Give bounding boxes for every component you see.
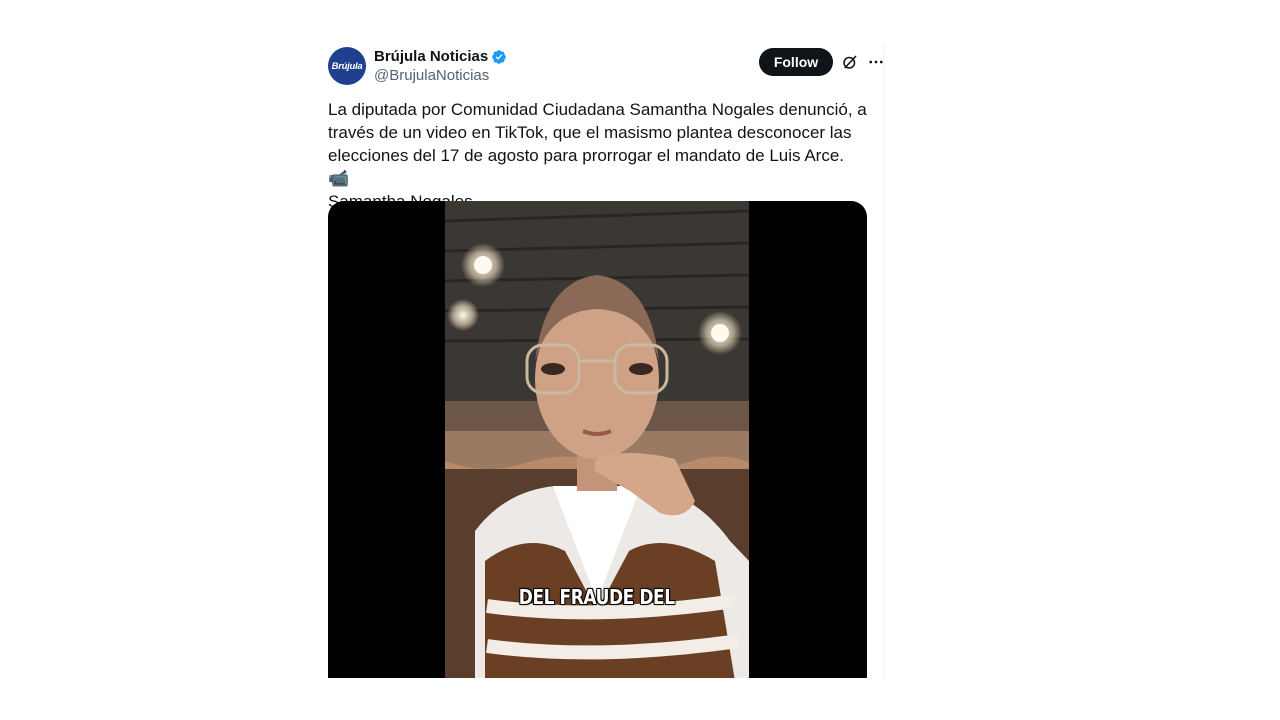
tweet-header: Brújula Brújula Noticias @BrujulaNoticia… (328, 44, 883, 88)
video-player[interactable]: DEL FRAUDE DEL (328, 201, 867, 678)
author-names: Brújula Noticias @BrujulaNoticias (374, 47, 507, 84)
tweet-card[interactable]: Brújula Brújula Noticias @BrujulaNoticia… (312, 44, 884, 678)
avatar-text: Brújula (331, 60, 363, 72)
tweet-text: La diputada por Comunidad Ciudadana Sama… (328, 98, 868, 213)
video-frame: DEL FRAUDE DEL (445, 201, 749, 678)
video-caption-text: DEL FRAUDE DEL (519, 585, 675, 609)
follow-button[interactable]: Follow (759, 48, 833, 76)
video-camera-emoji-icon: 📹 (328, 169, 350, 188)
video-caption: DEL FRAUDE DEL (445, 585, 749, 609)
display-name[interactable]: Brújula Noticias (374, 48, 488, 65)
tweet-text-main: La diputada por Comunidad Ciudadana Sama… (328, 100, 867, 165)
handle[interactable]: @BrujulaNoticias (374, 67, 507, 84)
verified-badge-icon (492, 49, 507, 64)
display-name-row: Brújula Noticias (374, 47, 507, 66)
grok-icon[interactable] (841, 53, 859, 71)
more-icon[interactable] (867, 53, 884, 71)
avatar[interactable]: Brújula (328, 47, 366, 85)
